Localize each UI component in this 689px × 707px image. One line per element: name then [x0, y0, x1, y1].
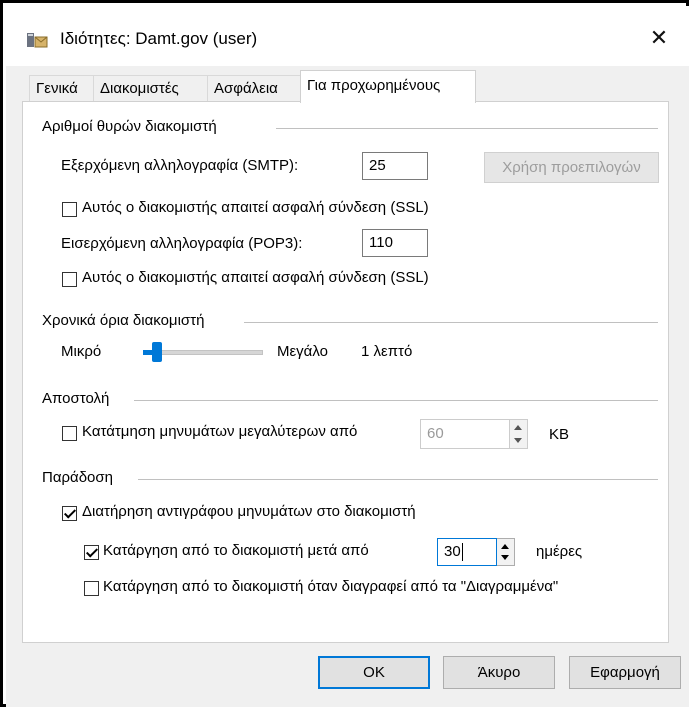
remove-after-label: Κατάργηση από το διακομιστή μετά από — [103, 542, 369, 559]
smtp-port-label: Εξερχόμενη αλληλογραφία (SMTP): — [61, 157, 299, 174]
sending-divider — [134, 400, 658, 401]
close-button[interactable]: ✕ — [639, 20, 679, 56]
ports-group-label: Αριθμοί θυρών διακομιστή — [42, 118, 223, 135]
timeout-long-label: Μεγάλο — [277, 343, 328, 360]
spin-up-icon — [501, 544, 509, 549]
tab-advanced[interactable]: Για προχωρημένους — [300, 70, 476, 103]
cancel-button[interactable]: Άκυρο — [443, 656, 555, 689]
window-title: Ιδιότητες: Damt.gov (user) — [60, 29, 258, 48]
close-icon: ✕ — [649, 25, 669, 50]
pop3-ssl-checkbox[interactable] — [62, 272, 77, 287]
remove-after-days-input[interactable]: 30 — [437, 538, 497, 566]
timeout-slider-thumb[interactable] — [152, 342, 162, 362]
split-size-input[interactable]: 60 — [420, 419, 510, 449]
remove-after-spinner[interactable] — [497, 538, 515, 566]
smtp-port-input[interactable]: 25 — [362, 152, 428, 180]
split-messages-checkbox[interactable] — [62, 426, 77, 441]
smtp-ssl-checkbox[interactable] — [62, 202, 77, 217]
timeouts-group-label: Χρονικά όρια διακομιστή — [42, 312, 211, 329]
ports-divider — [276, 128, 658, 129]
delivery-group-label: Παράδοση — [42, 469, 120, 486]
spin-down-icon — [501, 555, 509, 560]
leave-copy-checkbox[interactable] — [62, 506, 77, 521]
split-messages-label: Κατάτμηση μηνυμάτων μεγαλύτερων από — [82, 423, 358, 440]
pop3-port-input[interactable]: 110 — [362, 229, 428, 257]
sending-group-label: Αποστολή — [42, 390, 116, 407]
spin-down-icon — [514, 438, 522, 443]
title-bar: Ιδιότητες: Damt.gov (user) ✕ — [6, 6, 689, 66]
tab-general[interactable]: Γενικά — [29, 75, 94, 101]
timeouts-divider — [244, 322, 658, 323]
timeout-short-label: Μικρό — [61, 343, 102, 360]
remove-after-checkbox[interactable] — [84, 545, 99, 560]
remove-deleted-label: Κατάργηση από το διακομιστή όταν διαγραφ… — [103, 578, 559, 595]
ok-button[interactable]: OK — [318, 656, 430, 689]
tab-servers[interactable]: Διακομιστές — [93, 75, 208, 101]
tab-security[interactable]: Ασφάλεια — [207, 75, 301, 101]
split-size-spinner[interactable] — [510, 419, 528, 449]
remove-deleted-checkbox[interactable] — [84, 581, 99, 596]
pop3-ssl-label: Αυτός ο διακομιστής απαιτεί ασφαλή σύνδε… — [82, 269, 429, 286]
text-caret — [462, 543, 463, 561]
pop3-port-label: Εισερχόμενη αλληλογραφία (POP3): — [61, 235, 303, 252]
timeout-value: 1 λεπτό — [361, 343, 413, 360]
spin-up-icon — [514, 425, 522, 430]
leave-copy-label: Διατήρηση αντιγράφου μηνυμάτων στο διακο… — [82, 503, 416, 520]
split-size-unit: KB — [549, 426, 570, 443]
use-defaults-button[interactable]: Χρήση προεπιλογών — [484, 152, 659, 183]
smtp-ssl-label: Αυτός ο διακομιστής απαιτεί ασφαλή σύνδε… — [82, 199, 429, 216]
account-icon — [27, 33, 48, 48]
delivery-divider — [138, 479, 658, 480]
apply-button[interactable]: Εφαρμογή — [569, 656, 681, 689]
remove-after-unit: ημέρες — [536, 543, 583, 560]
